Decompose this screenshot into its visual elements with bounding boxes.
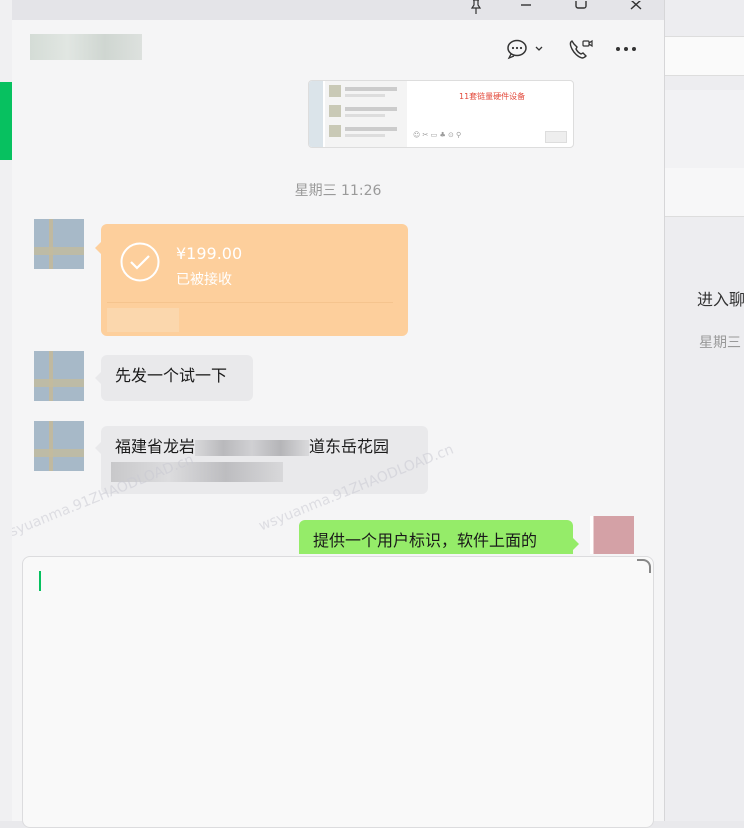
transfer-message[interactable]: ¥199.00 已被接收 <box>101 224 408 336</box>
transfer-status: 已被接收 <box>176 272 232 288</box>
more-options-icon[interactable] <box>614 38 640 60</box>
chat-header <box>12 20 664 80</box>
contact-name-blurred <box>30 34 142 60</box>
background-text: 进入聊 <box>697 290 744 309</box>
screenshot-image-message[interactable]: 11套链量硬件设备 ☺ ✂ ▭ ♣ ⊙ ⚲ <box>308 80 574 148</box>
redacted-blur <box>195 439 310 456</box>
screenshot-row <box>329 105 403 121</box>
chat-bubble-dropdown-icon[interactable] <box>506 38 546 60</box>
contact-avatar[interactable] <box>34 351 84 401</box>
outgoing-message[interactable]: 提供一个用户标识，软件上面的 <box>299 520 573 554</box>
bubble-tail <box>573 538 579 550</box>
background-timestamp: 星期三 <box>699 335 741 351</box>
screenshot-row <box>329 125 403 141</box>
address-text-end: 道东岳花园 <box>309 437 390 456</box>
background-titlebar <box>665 90 744 209</box>
incoming-message[interactable]: 先发一个试一下 <box>101 355 253 401</box>
text-caret <box>39 571 41 591</box>
background-panel <box>665 168 744 217</box>
transfer-footer-blurred <box>107 308 179 332</box>
self-avatar[interactable] <box>590 516 634 554</box>
screenshot-row <box>329 85 403 101</box>
contact-avatar[interactable] <box>34 421 84 471</box>
transfer-amount: ¥199.00 <box>176 244 243 263</box>
chat-window: 11套链量硬件设备 ☺ ✂ ▭ ♣ ⊙ ⚲ 星期三 11:26 ¥199.00 … <box>12 0 665 828</box>
sidebar-active-indicator <box>0 82 12 160</box>
voice-video-call-icon[interactable] <box>568 38 594 60</box>
screenshot-toolbar: ☺ ✂ ▭ ♣ ⊙ ⚲ <box>413 131 462 139</box>
message-list[interactable]: 11套链量硬件设备 ☺ ✂ ▭ ♣ ⊙ ⚲ 星期三 11:26 ¥199.00 … <box>12 80 664 554</box>
title-bar <box>12 0 664 20</box>
background-window: 进入聊 星期三 <box>665 0 744 821</box>
screenshot-list <box>325 81 407 147</box>
transfer-divider <box>107 302 393 303</box>
screenshot-sidebar <box>309 81 323 147</box>
close-button[interactable] <box>616 0 656 20</box>
message-input[interactable] <box>22 556 654 828</box>
screenshot-send-button <box>545 131 567 143</box>
pin-icon[interactable] <box>456 0 496 20</box>
screenshot-red-text: 11套链量硬件设备 <box>459 92 526 101</box>
maximize-button[interactable] <box>561 0 601 20</box>
message-timestamp: 星期三 11:26 <box>294 183 382 199</box>
minimize-button[interactable] <box>506 0 546 20</box>
contact-avatar[interactable] <box>34 219 84 269</box>
checkmark-circle-icon <box>120 242 160 282</box>
background-toolbar <box>665 36 744 76</box>
resize-handle-icon[interactable] <box>637 559 651 573</box>
